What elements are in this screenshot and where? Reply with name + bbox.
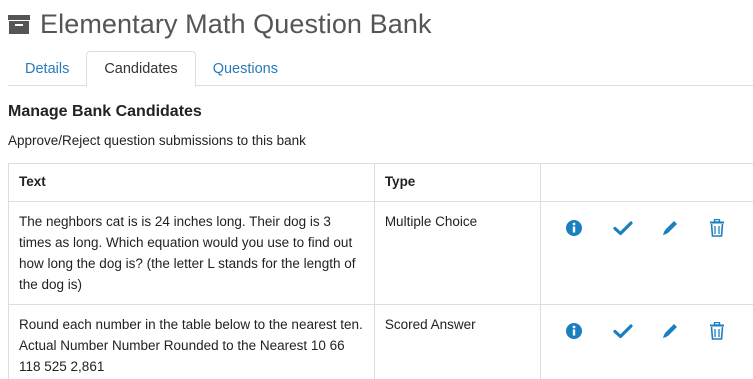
table-row: Round each number in the table below to … — [8, 304, 753, 379]
question-text-cell: Round each number in the table below to … — [8, 304, 375, 379]
question-text-cell: The neghbors cat is is 24 inches long. T… — [8, 201, 375, 305]
tab-questions[interactable]: Questions — [196, 51, 295, 86]
section-description: Approve/Reject question submissions to t… — [8, 133, 306, 148]
page-title: Elementary Math Question Bank — [40, 8, 432, 39]
table-row: The neghbors cat is is 24 inches long. T… — [8, 201, 753, 305]
candidates-table: Text Type The neghbors cat is is 24 inch… — [8, 163, 753, 379]
info-icon[interactable] — [565, 217, 613, 239]
tab-details[interactable]: Details — [8, 51, 86, 86]
actions-cell — [540, 304, 753, 379]
question-type-cell: Scored Answer — [373, 304, 542, 379]
question-type-cell: Multiple Choice — [373, 201, 542, 305]
trash-icon[interactable] — [709, 320, 753, 342]
archive-box-icon — [8, 13, 30, 35]
check-icon[interactable] — [613, 217, 661, 239]
check-icon[interactable] — [613, 320, 661, 342]
pencil-icon[interactable] — [661, 217, 709, 239]
info-icon[interactable] — [565, 320, 613, 342]
table-header-row: Text Type — [8, 163, 753, 202]
page-header: Elementary Math Question Bank — [8, 6, 432, 42]
actions-cell — [540, 201, 753, 305]
pencil-icon[interactable] — [661, 320, 709, 342]
tab-bar: Details Candidates Questions — [8, 51, 753, 87]
tab-candidates[interactable]: Candidates — [86, 51, 196, 87]
column-header-type: Type — [373, 163, 542, 202]
column-header-actions — [540, 163, 753, 202]
column-header-text: Text — [8, 163, 375, 202]
trash-icon[interactable] — [709, 217, 753, 239]
section-title: Manage Bank Candidates — [8, 103, 202, 120]
